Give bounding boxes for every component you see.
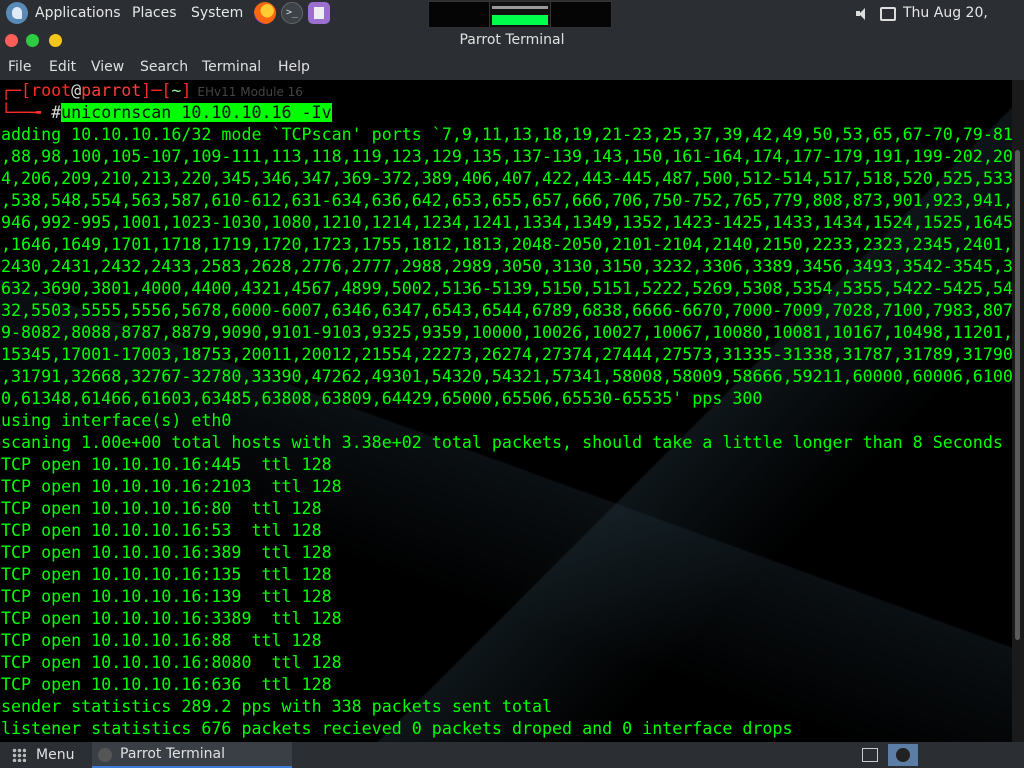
output-line: 15345,17001-17003,18753,20011,20012,2155… [1, 345, 1012, 364]
prompt-frame-bottom: └──╼ [1, 103, 52, 122]
output-line: TCP open 10.10.10.16:636 ttl 128 [1, 675, 332, 694]
prompt-symbol: # [51, 103, 62, 122]
prompt-at: @ [71, 81, 82, 100]
background-watermark: EHv11 Module 16 [197, 85, 303, 99]
output-line: TCP open 10.10.10.16:2103 ttl 128 [1, 477, 342, 496]
scrollbar-thumb[interactable] [1015, 150, 1020, 640]
maximize-button[interactable] [49, 34, 62, 47]
output-line: ,1646,1649,1701,1718,1719,1720,1723,1755… [1, 235, 1012, 254]
display-icon[interactable] [880, 7, 896, 21]
menu-file[interactable]: File [8, 54, 31, 80]
workspace-2[interactable] [489, 1, 551, 28]
keyboard-tray-icon[interactable] [862, 748, 878, 762]
prompt-line-top: ┌─[root@parrot]─[~] EHv11 Module 16 [1, 80, 303, 102]
prompt-frame: ┌─[ [1, 81, 32, 100]
output-line: adding 10.10.10.16/32 mode `TCPscan' por… [1, 125, 1012, 144]
terminal-launcher-icon[interactable]: >_ [281, 2, 303, 24]
menubar: File Edit View Search Terminal Help [0, 54, 1024, 81]
output-line: 2430,2431,2432,2433,2583,2628,2776,2777,… [1, 257, 1012, 276]
output-line: TCP open 10.10.10.16:80 ttl 128 [1, 499, 322, 518]
app-grid-icon[interactable] [12, 748, 26, 762]
applications-menu[interactable]: Applications [35, 0, 121, 27]
output-line: 946,992-995,1001,1023-1030,1080,1210,121… [1, 213, 1012, 232]
output-line: TCP open 10.10.10.16:139 ttl 128 [1, 587, 332, 606]
clock[interactable]: Thu Aug 20, 02:13 [903, 0, 1024, 48]
output-line: TCP open 10.10.10.16:53 ttl 128 [1, 521, 322, 540]
firefox-icon[interactable] [254, 2, 276, 24]
minimize-button[interactable] [26, 34, 39, 47]
output-line: using interface(s) eth0 [1, 411, 232, 430]
menu-edit[interactable]: Edit [49, 54, 76, 80]
output-line: sender statistics 289.2 pps with 338 pac… [1, 697, 553, 716]
menu-terminal[interactable]: Terminal [202, 54, 261, 80]
output-line: 632,3690,3801,4000,4400,4321,4567,4899,5… [1, 279, 1012, 298]
output-line: TCP open 10.10.10.16:389 ttl 128 [1, 543, 332, 562]
output-line: TCP open 10.10.10.16:135 ttl 128 [1, 565, 332, 584]
output-line: 0,61348,61466,61603,63485,63808,63809,64… [1, 389, 763, 408]
terminal-scrollbar[interactable] [1012, 80, 1024, 742]
prompt-user: root [31, 81, 72, 100]
menu-view[interactable]: View [91, 54, 124, 80]
output-line: ,31791,32668,32767-32780,33390,47262,493… [1, 367, 1012, 386]
output-line: ,88,98,100,105-107,109-111,113,118,119,1… [1, 147, 1012, 166]
workspace-3[interactable] [550, 1, 612, 28]
menu-search[interactable]: Search [140, 54, 188, 80]
prompt-frame-mid: ]─[ [141, 81, 172, 100]
volume-icon[interactable] [856, 7, 870, 20]
menu-help[interactable]: Help [278, 54, 310, 80]
output-line: 4,206,209,210,213,220,345,346,347,369-37… [1, 169, 1012, 188]
command-text: unicornscan 10.10.10.16 -Iv [61, 103, 332, 122]
output-line: ,538,548,554,563,587,610-612,631-634,636… [1, 191, 1012, 210]
workspace-1[interactable] [428, 1, 490, 28]
output-line: listener statistics 676 packets recieved… [1, 719, 793, 738]
output-line: 32,5503,5555,5556,5678,6000-6007,6346,63… [1, 301, 1012, 320]
output-line: TCP open 10.10.10.16:88 ttl 128 [1, 631, 322, 650]
window-titlebar[interactable]: Parrot Terminal [0, 27, 1024, 54]
output-line: 9-8082,8088,8787,8879,9090,9101-9103,932… [1, 323, 1012, 342]
output-line: TCP open 10.10.10.16:8080 ttl 128 [1, 653, 342, 672]
prompt-host: parrot [81, 81, 142, 100]
window-title: Parrot Terminal [459, 32, 565, 48]
menu-button[interactable]: Menu [36, 742, 74, 768]
terminal-icon [98, 748, 112, 762]
close-button[interactable] [5, 34, 18, 47]
system-menu[interactable]: System [191, 0, 243, 27]
terminal-output[interactable]: ┌─[root@parrot]─[~] EHv11 Module 16 └──╼ … [0, 80, 1012, 742]
output-line: TCP open 10.10.10.16:3389 ttl 128 [1, 609, 342, 628]
places-menu[interactable]: Places [132, 0, 177, 27]
taskbar-item-label: Parrot Terminal [120, 746, 226, 762]
prompt-line-bottom: └──╼ #unicornscan 10.10.10.16 -Iv [1, 102, 332, 124]
parrot-logo-icon[interactable] [6, 2, 28, 24]
prompt-dir: ~ [171, 81, 182, 100]
notes-app-icon[interactable] [308, 2, 330, 24]
top-panel: Applications Places System >_ Thu Aug 20… [0, 0, 1024, 48]
taskbar: Menu Parrot Terminal [0, 742, 1024, 768]
output-line: scaning 1.00e+00 total hosts with 3.38e+… [1, 433, 1003, 452]
taskbar-item-parrot-terminal[interactable]: Parrot Terminal [92, 742, 292, 768]
output-line: TCP open 10.10.10.16:445 ttl 128 [1, 455, 332, 474]
terminal-tray-icon[interactable] [888, 744, 918, 766]
prompt-frame-end: ] [181, 81, 192, 100]
